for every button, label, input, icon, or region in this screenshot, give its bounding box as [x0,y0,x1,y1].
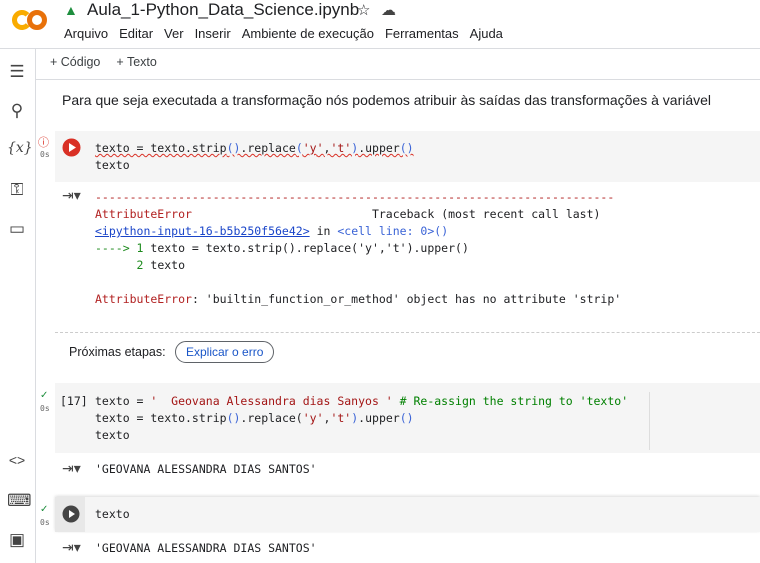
menu-bar: Arquivo Editar Ver Inserir Ambiente de e… [64,26,503,41]
run-button[interactable] [62,505,80,523]
next-steps-label: Próximas etapas: [69,345,166,359]
markdown-text: Para que seja executada a transformação … [62,92,712,108]
cell2-output: 'GEOVANA ALESSANDRA DIAS SANTOS' [95,462,317,476]
header-divider [0,48,760,49]
run-button-error[interactable] [62,138,81,157]
folder-icon[interactable]: ▭ [7,219,27,239]
menu-inserir[interactable]: Inserir [195,26,231,41]
output-toggle-icon[interactable]: ⇥▾ [62,539,81,556]
sidebar-divider [35,48,36,563]
output-toggle-icon[interactable]: ⇥▾ [62,460,81,477]
cell1-code[interactable]: texto = texto.strip().replace('y','t').u… [95,140,414,174]
cell3-code[interactable]: texto [95,506,130,523]
error-output: ----------------------------------------… [95,190,622,306]
code-snippets-icon[interactable]: <> [7,452,27,472]
code-cell-3[interactable] [55,497,760,532]
search-icon[interactable]: ⚲ [7,101,27,121]
terminal-icon[interactable]: ▣ [7,530,27,550]
explain-error-button[interactable]: Explicar o erro [175,341,275,363]
cell2-code[interactable]: texto = ' Geovana Alessandra dias Sanyos… [95,393,628,444]
menu-editar[interactable]: Editar [119,26,153,41]
exec-time: 0s [40,404,50,413]
output-toggle-icon[interactable]: ⇥▾ [62,187,81,204]
exec-count: [17] [60,394,88,408]
divider [55,332,760,333]
error-status-icon: ⓘ [38,137,49,149]
colab-logo [12,10,47,30]
star-icon[interactable]: ☆ [357,1,370,19]
menu-arquivo[interactable]: Arquivo [64,26,108,41]
notebook-title[interactable]: Aula_1-Python_Data_Science.ipynb [87,0,359,20]
menu-ver[interactable]: Ver [164,26,184,41]
ruler [649,392,650,450]
menu-ambiente[interactable]: Ambiente de execução [242,26,374,41]
exec-time: 0s [40,518,50,527]
toolbar: + Código + Texto [50,55,157,69]
command-palette-icon[interactable]: ⌨ [7,491,32,511]
exec-time: 0s [40,150,50,159]
success-check-icon: ✓ [40,504,49,515]
toolbar-divider [36,79,760,80]
menu-ferramentas[interactable]: Ferramentas [385,26,459,41]
add-code-button[interactable]: + Código [50,55,100,69]
drive-icon: ▲ [64,2,78,18]
table-of-contents-icon[interactable]: ☰ [7,62,27,82]
cell3-output: 'GEOVANA ALESSANDRA DIAS SANTOS' [95,541,317,555]
variables-icon[interactable]: {x} [7,140,33,160]
success-check-icon: ✓ [40,390,49,401]
menu-ajuda[interactable]: Ajuda [470,26,503,41]
add-text-button[interactable]: + Texto [116,55,156,69]
traceback-link[interactable]: <ipython-input-16-b5b250f56e42> [95,224,310,238]
key-icon[interactable]: ⚿ [7,180,27,200]
cloud-icon[interactable]: ☁ [381,1,396,19]
